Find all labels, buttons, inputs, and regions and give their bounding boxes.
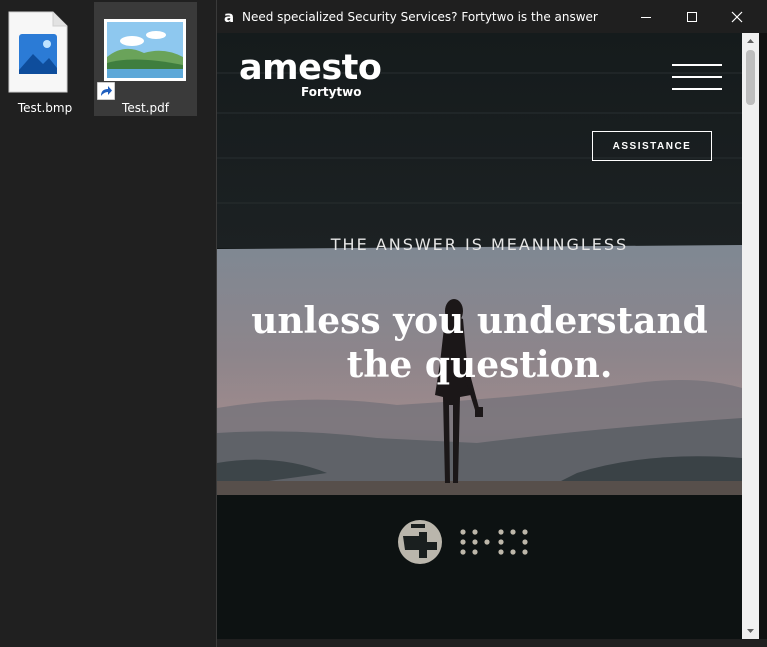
vertical-scrollbar[interactable] (742, 33, 759, 639)
desktop-icon-label: Test.pdf (122, 101, 169, 115)
scroll-up-arrow-icon[interactable] (742, 33, 759, 49)
window-title: Need specialized Security Services? Fort… (242, 10, 598, 24)
amesto-a-icon: a (221, 9, 237, 25)
hamburger-menu-icon[interactable] (672, 64, 722, 90)
browser-window: a Need specialized Security Services? Fo… (217, 0, 767, 647)
image-file-icon (8, 11, 68, 93)
headline-line-2: the question. (346, 344, 613, 386)
desktop-icon-test-pdf[interactable]: Test.pdf (94, 2, 197, 116)
window-bottom-border (217, 639, 767, 647)
scrollbar-thumb[interactable] (746, 50, 755, 105)
hero-headline: unless you understand the question. (217, 299, 742, 387)
brand-logo[interactable]: amesto Fortytwo (239, 48, 382, 99)
page-viewport[interactable]: amesto Fortytwo ASSISTANCE THE ANSWER IS… (217, 33, 742, 639)
window-titlebar[interactable]: a Need specialized Security Services? Fo… (217, 0, 767, 33)
close-button[interactable] (714, 0, 760, 33)
headline-line-1: unless you understand (251, 300, 708, 342)
assistance-button[interactable]: ASSISTANCE (592, 131, 712, 161)
hero-kicker: THE ANSWER IS MEANINGLESS (330, 235, 629, 254)
shortcut-arrow-icon (97, 82, 115, 100)
brand-name: amesto (239, 48, 382, 88)
desktop-icon-test-bmp[interactable]: Test.bmp (0, 2, 90, 116)
fortytwo-42-logo-icon[interactable] (397, 518, 543, 566)
svg-text:a: a (224, 9, 234, 25)
landscape-thumbnail-icon (104, 19, 186, 81)
scroll-down-arrow-icon[interactable] (742, 623, 759, 639)
brand-subtitle: Fortytwo (301, 85, 362, 99)
maximize-button[interactable] (669, 0, 715, 33)
desktop-icon-label: Test.bmp (17, 101, 73, 115)
minimize-button[interactable] (623, 0, 669, 33)
